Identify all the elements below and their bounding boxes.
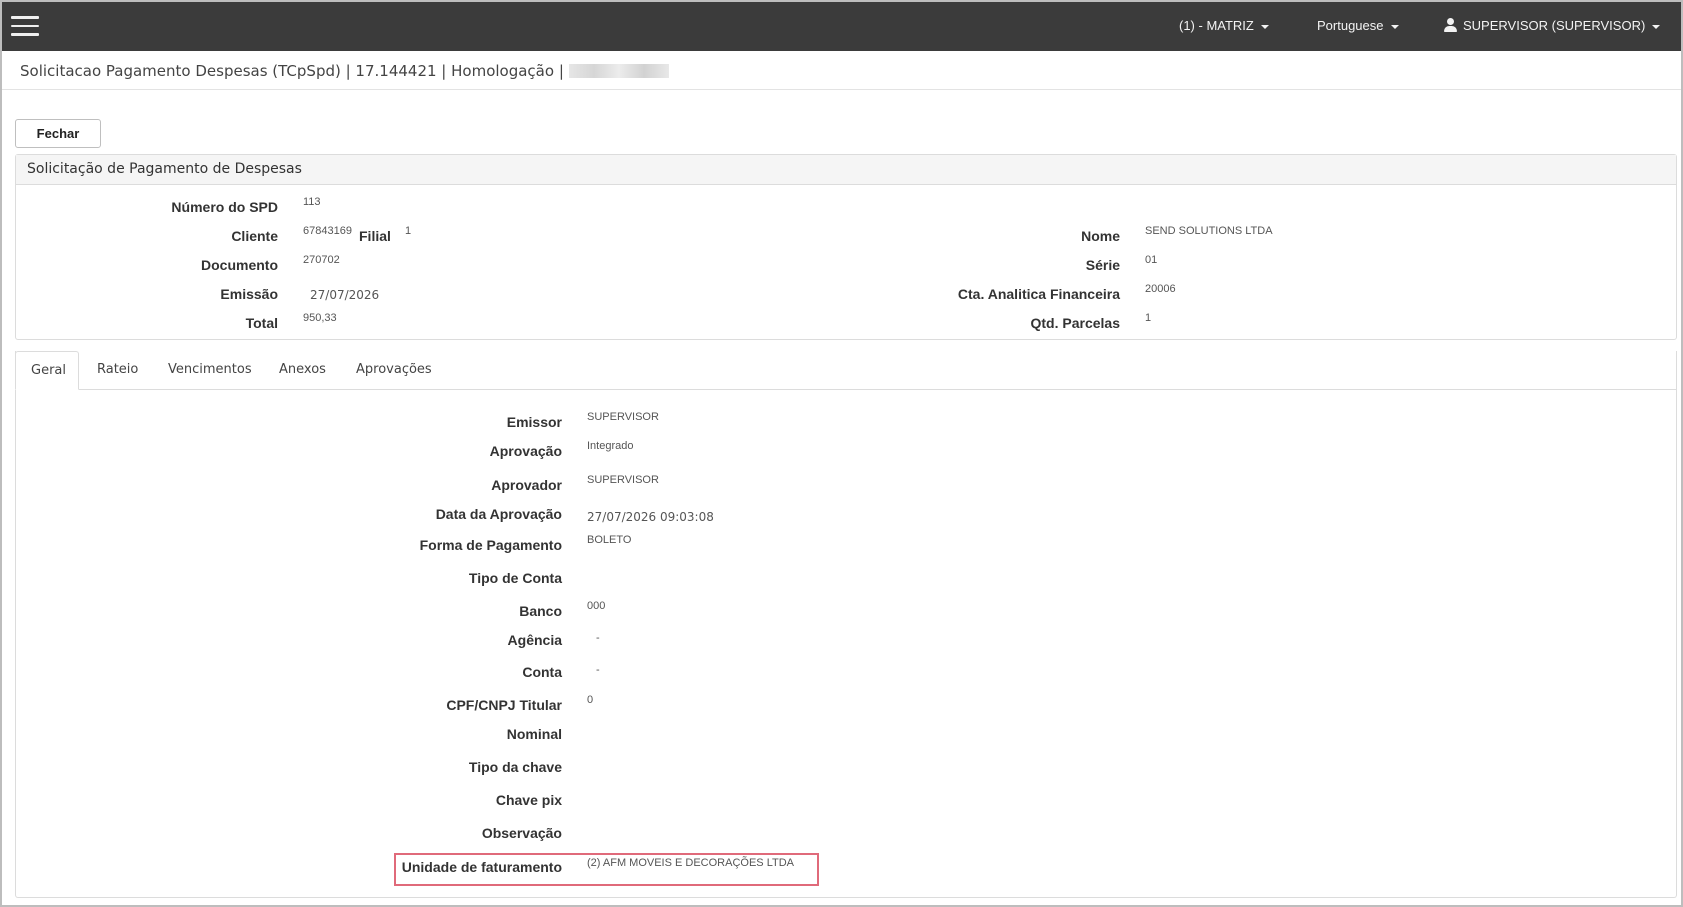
aprovador-value: SUPERVISOR (587, 474, 659, 486)
emissao-value: 27/07/2026 (310, 288, 380, 302)
agencia-label: Agência (507, 632, 562, 648)
language-dropdown[interactable]: Portuguese (1317, 18, 1399, 33)
total-value: 950,33 (303, 312, 337, 324)
caret-down-icon (1260, 24, 1269, 29)
documento-label: Documento (201, 257, 278, 273)
aprovador-label: Aprovador (491, 477, 562, 493)
data-aprovacao-value: 27/07/2026 09:03:08 (587, 510, 714, 524)
banco-value: 000 (587, 600, 606, 612)
numero-spd-value: 113 (303, 196, 321, 208)
tab-content (15, 351, 1677, 898)
unidade-faturamento-label: Unidade de faturamento (401, 859, 562, 875)
summary-panel: Solicitação de Pagamento de Despesas (15, 154, 1677, 340)
serie-label: Série (1085, 257, 1120, 273)
serie-value: 01 (1145, 254, 1158, 266)
unidade-faturamento-value: (2) AFM MOVEIS E DECORAÇÕES LTDA (587, 857, 794, 869)
banco-label: Banco (519, 603, 562, 619)
tab-geral[interactable]: Geral (15, 351, 79, 390)
nominal-label: Nominal (506, 726, 562, 742)
cta-value: 20006 (1145, 283, 1176, 295)
emissao-label: Emissão (220, 286, 278, 302)
cliente-label: Cliente (231, 228, 278, 244)
close-button[interactable]: Fechar (15, 119, 101, 148)
filial-label: Filial (359, 228, 391, 244)
tab-rateio[interactable]: Rateio (82, 351, 153, 390)
observacao-label: Observação (481, 825, 562, 841)
menu-icon[interactable] (11, 16, 39, 38)
agencia-value: - (596, 632, 600, 644)
branch-dropdown[interactable]: (1) - MATRIZ (1179, 18, 1269, 33)
redacted-block (568, 64, 669, 78)
documento-value: 270702 (303, 254, 340, 266)
parcelas-label: Qtd. Parcelas (1030, 315, 1121, 331)
filial-value: 1 (405, 225, 412, 237)
cpf-cnpj-label: CPF/CNPJ Titular (446, 697, 562, 713)
tipo-chave-label: Tipo da chave (468, 759, 562, 775)
cta-label: Cta. Analitica Financeira (957, 286, 1120, 302)
conta-label: Conta (522, 664, 562, 680)
caret-down-icon (1390, 24, 1399, 29)
conta-value: - (596, 664, 600, 676)
parcelas-value: 1 (1145, 312, 1152, 324)
caret-down-icon (1652, 24, 1661, 29)
aprovacao-value: Integrado (587, 440, 634, 452)
cliente-value: 67843169 (303, 225, 352, 237)
tipo-conta-label: Tipo de Conta (468, 570, 562, 586)
user-icon (1444, 18, 1457, 32)
user-dropdown[interactable]: SUPERVISOR (SUPERVISOR) (1444, 18, 1661, 33)
emissor-label: Emissor (506, 414, 562, 430)
chave-pix-label: Chave pix (495, 792, 562, 808)
numero-spd-label: Número do SPD (171, 199, 278, 215)
language-label: Portuguese (1317, 18, 1384, 33)
nome-value: SEND SOLUTIONS LTDA (1145, 225, 1273, 237)
emissor-value: SUPERVISOR (587, 411, 659, 423)
tab-aprovacoes[interactable]: Aprovações (341, 351, 447, 390)
data-aprovacao-label: Data da Aprovação (435, 506, 562, 522)
app-window: (1) - MATRIZ Portuguese SUPERVISOR (SUPE… (0, 0, 1683, 907)
total-label: Total (245, 315, 278, 331)
cpf-cnpj-value: 0 (587, 694, 594, 706)
page-title: Solicitacao Pagamento Despesas (TCpSpd) … (20, 62, 669, 80)
branch-label: (1) - MATRIZ (1179, 18, 1254, 33)
tab-anexos[interactable]: Anexos (264, 351, 341, 390)
user-label: SUPERVISOR (SUPERVISOR) (1463, 18, 1646, 33)
top-navbar: (1) - MATRIZ Portuguese SUPERVISOR (SUPE… (2, 2, 1681, 51)
panel-heading: Solicitação de Pagamento de Despesas (16, 155, 1676, 185)
tab-vencimentos[interactable]: Vencimentos (153, 351, 267, 390)
forma-pagamento-label: Forma de Pagamento (419, 537, 562, 553)
divider (2, 89, 1681, 90)
page-title-text: Solicitacao Pagamento Despesas (TCpSpd) … (20, 62, 564, 80)
aprovacao-label: Aprovação (489, 443, 562, 459)
nome-label: Nome (1081, 228, 1120, 244)
forma-pagamento-value: BOLETO (587, 534, 632, 546)
